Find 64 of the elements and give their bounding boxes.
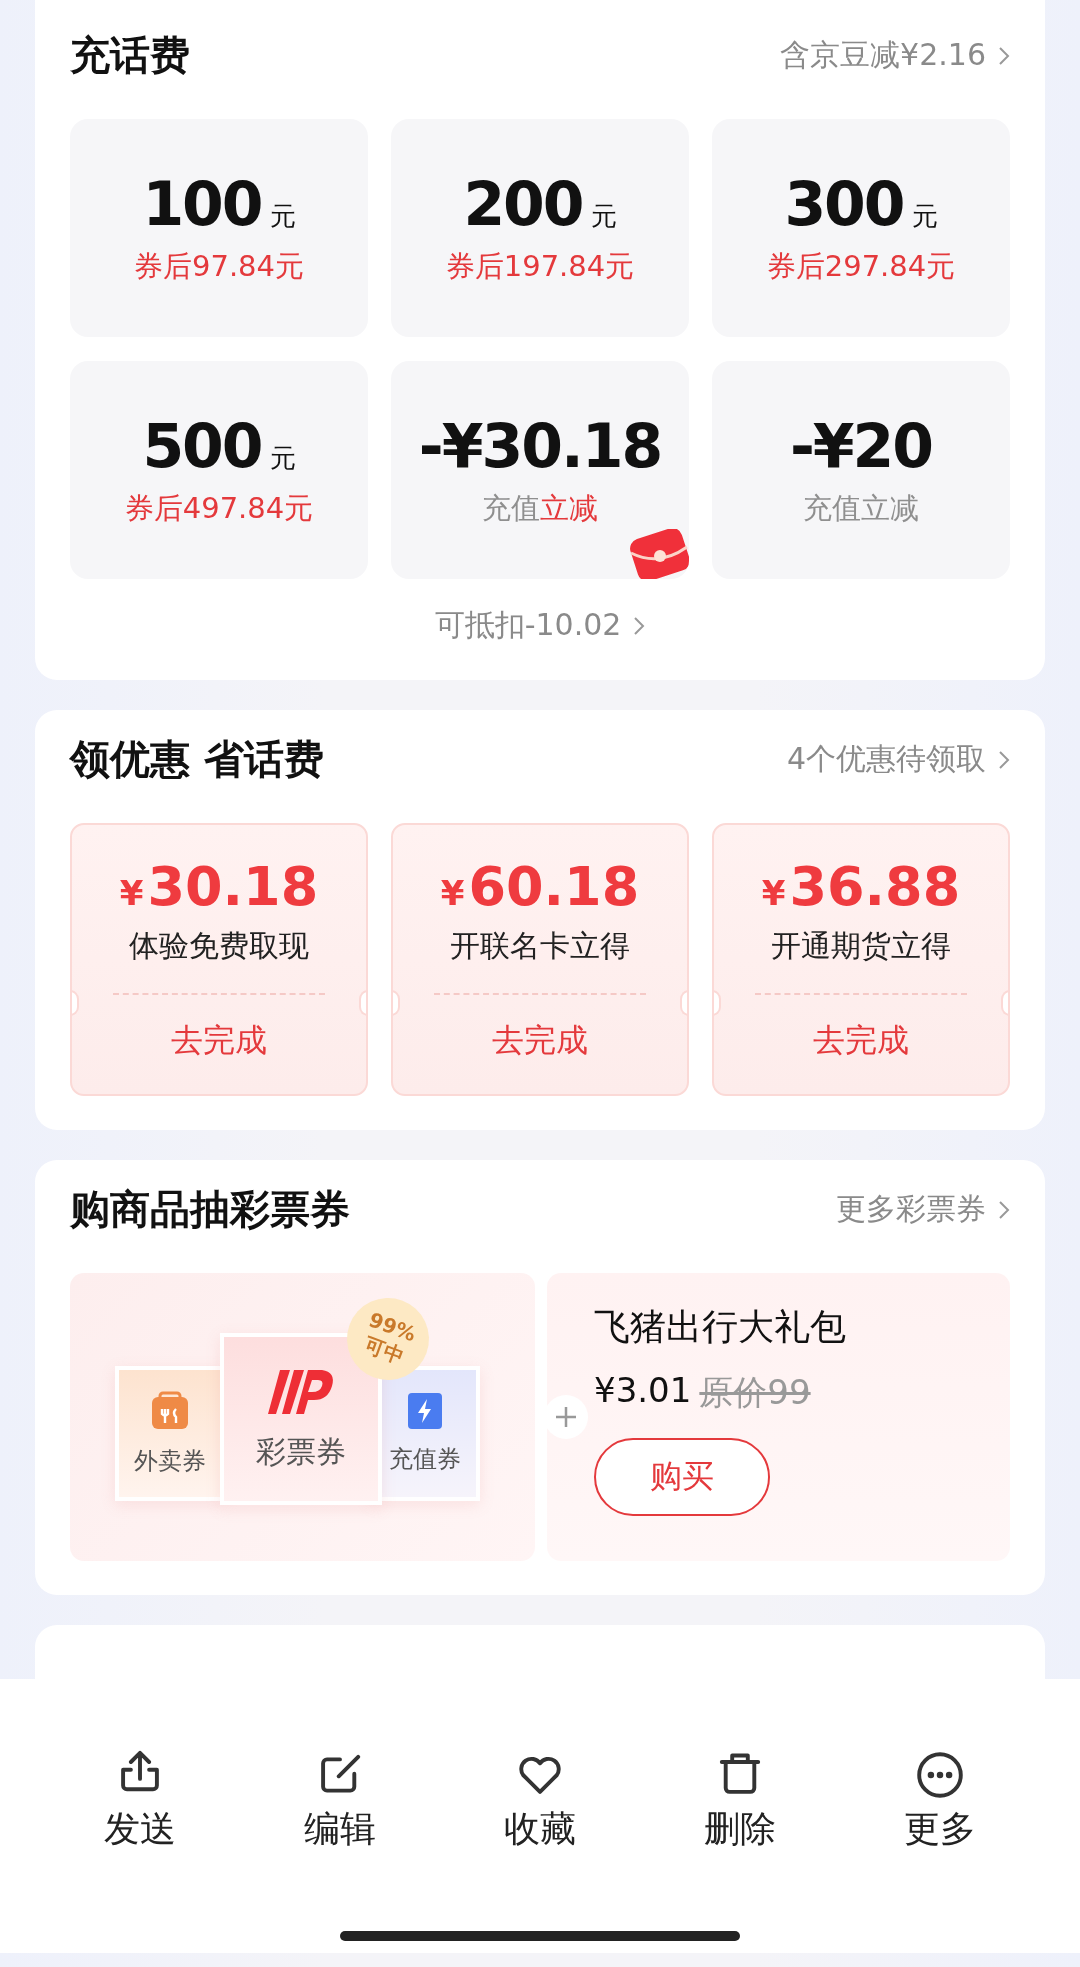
product-title: 飞猪出行大礼包 <box>594 1305 847 1349</box>
original-price: 原价99 <box>699 1371 811 1414</box>
price-note: 券后197.84元 <box>445 248 635 285</box>
notch-cutout <box>359 990 366 1016</box>
chevron-icon <box>998 1199 1010 1220</box>
recharge-option[interactable]: 300 元 券后297.84元 <box>712 119 1010 337</box>
price-note: 充值立减 <box>482 490 598 527</box>
food-bag-icon <box>150 1390 190 1431</box>
amount-value: 300 <box>784 169 904 239</box>
section-title: 领优惠 省话费 <box>70 735 324 784</box>
voucher-label: 充值券 <box>389 1443 461 1475</box>
action-button[interactable]: 删除 <box>680 1749 800 1854</box>
action-button[interactable]: 编辑 <box>280 1749 400 1854</box>
notch-cutout <box>1001 990 1008 1016</box>
unit-label: 元 <box>590 200 617 233</box>
recharge-option[interactable]: 100 元 券后97.84元 <box>70 119 368 337</box>
recharge-option[interactable]: -¥30.18 充值立减 <box>391 361 689 579</box>
recharge-option[interactable]: -¥20 充值立减 <box>712 361 1010 579</box>
complete-link[interactable]: 去完成 <box>492 1019 588 1063</box>
more-icon <box>914 1749 966 1801</box>
action-button[interactable]: 发送 <box>80 1749 200 1854</box>
unit-label: 元 <box>269 200 296 233</box>
amount-value: 200 <box>463 169 583 239</box>
voucher-label: 外卖券 <box>134 1445 206 1477</box>
coupon-amount: ¥36.88 <box>761 855 961 918</box>
price-note: 券后297.84元 <box>766 248 956 285</box>
chevron-icon <box>998 45 1010 66</box>
notch-cutout <box>72 990 79 1016</box>
coupon-description: 开联名卡立得 <box>450 927 630 965</box>
price-note: 券后497.84元 <box>124 490 314 527</box>
product-card[interactable]: 飞猪出行大礼包 ¥3.01 原价99 购买 <box>547 1273 1010 1561</box>
section-title: 充话费 <box>70 31 190 80</box>
notch-cutout <box>393 990 400 1016</box>
unit-label: 元 <box>269 442 296 475</box>
product-price: ¥3.01 <box>594 1370 692 1412</box>
section-title: 购商品抽彩票券 <box>70 1185 350 1234</box>
price-note: 券后97.84元 <box>134 248 304 285</box>
coupon-description: 体验免费取现 <box>129 927 309 965</box>
coupon-card[interactable]: ¥30.18 体验免费取现 去完成 <box>70 823 368 1096</box>
chevron-icon <box>998 749 1010 770</box>
recharge-option[interactable]: 500 元 券后497.84元 <box>70 361 368 579</box>
voucher-label: 彩票券 <box>256 1432 346 1471</box>
amount-value: 100 <box>142 169 262 239</box>
complete-link[interactable]: 去完成 <box>813 1019 909 1063</box>
action-button[interactable]: 收藏 <box>480 1749 600 1854</box>
coupon-amount: ¥30.18 <box>119 855 319 918</box>
unit-label: 元 <box>911 200 938 233</box>
lightning-icon <box>408 1392 442 1429</box>
plus-icon <box>544 1395 588 1439</box>
buy-button[interactable]: 购买 <box>594 1438 770 1516</box>
coupon-amount: ¥60.18 <box>440 855 640 918</box>
amount-value: -¥20 <box>789 411 933 481</box>
chevron-icon <box>633 615 646 636</box>
amount-value: -¥30.18 <box>418 411 662 481</box>
recharge-option[interactable]: 200 元 券后197.84元 <box>391 119 689 337</box>
notch-cutout <box>680 990 687 1016</box>
action-button[interactable]: 更多 <box>880 1749 1000 1854</box>
coupon-card[interactable]: ¥36.88 开通期货立得 去完成 <box>712 823 1010 1096</box>
amount-value: 500 <box>142 411 262 481</box>
complete-link[interactable]: 去完成 <box>171 1019 267 1063</box>
coupon-description: 开通期货立得 <box>771 927 951 965</box>
coupon-card[interactable]: ¥60.18 开联名卡立得 去完成 <box>391 823 689 1096</box>
notch-cutout <box>714 990 721 1016</box>
price-note: 充值立减 <box>803 490 919 527</box>
